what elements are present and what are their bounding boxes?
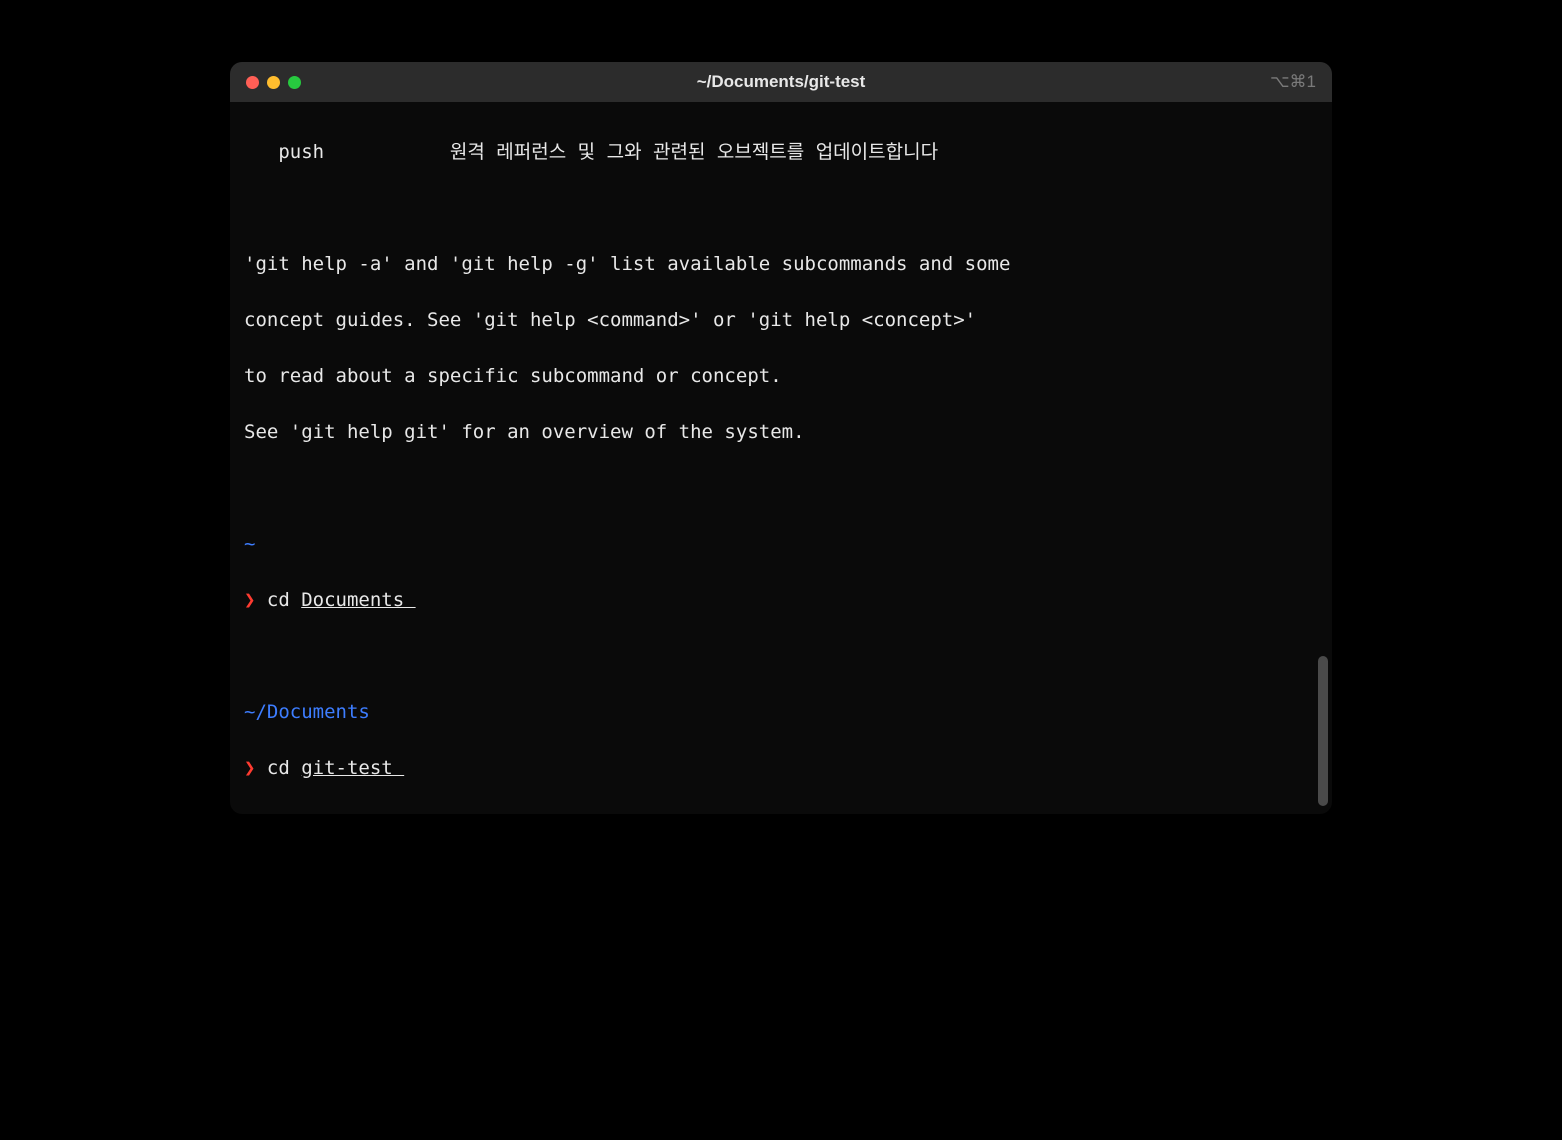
output-line: concept guides. See 'git help <command>'… bbox=[244, 306, 1318, 334]
output-line: See 'git help git' for an overview of th… bbox=[244, 418, 1318, 446]
blank-line bbox=[244, 642, 1318, 670]
blank-line bbox=[244, 194, 1318, 222]
title-bar: ~/Documents/git-test ⌥⌘1 bbox=[230, 62, 1332, 102]
minimize-button[interactable] bbox=[267, 76, 280, 89]
output-line: 'git help -a' and 'git help -g' list ava… bbox=[244, 250, 1318, 278]
output-line: push 원격 레퍼런스 및 그와 관련된 오브젝트를 업데이트합니다 bbox=[244, 138, 1318, 166]
prompt-path: ~/Documents bbox=[244, 698, 1318, 726]
prompt-symbol: ❯ bbox=[244, 757, 255, 779]
window-shortcut-label: ⌥⌘1 bbox=[1270, 72, 1316, 92]
terminal-window: ~/Documents/git-test ⌥⌘1 push 원격 레퍼런스 및 … bbox=[230, 62, 1332, 814]
blank-line bbox=[244, 474, 1318, 502]
command-text: cd bbox=[255, 757, 301, 779]
close-button[interactable] bbox=[246, 76, 259, 89]
maximize-button[interactable] bbox=[288, 76, 301, 89]
terminal-body[interactable]: push 원격 레퍼런스 및 그와 관련된 오브젝트를 업데이트합니다 'git… bbox=[230, 102, 1332, 814]
output-line: to read about a specific subcommand or c… bbox=[244, 362, 1318, 390]
prompt-line: ❯ cd Documents bbox=[244, 586, 1318, 614]
traffic-lights bbox=[246, 76, 301, 89]
prompt-symbol: ❯ bbox=[244, 589, 255, 611]
command-arg: Documents bbox=[301, 589, 415, 611]
prompt-path: ~ bbox=[244, 530, 1318, 558]
command-text: cd bbox=[255, 589, 301, 611]
blank-line bbox=[244, 810, 1318, 814]
scrollbar[interactable] bbox=[1318, 656, 1328, 806]
window-title: ~/Documents/git-test bbox=[697, 72, 866, 92]
prompt-line: ❯ cd git-test bbox=[244, 754, 1318, 782]
command-arg: git-test bbox=[301, 757, 404, 779]
